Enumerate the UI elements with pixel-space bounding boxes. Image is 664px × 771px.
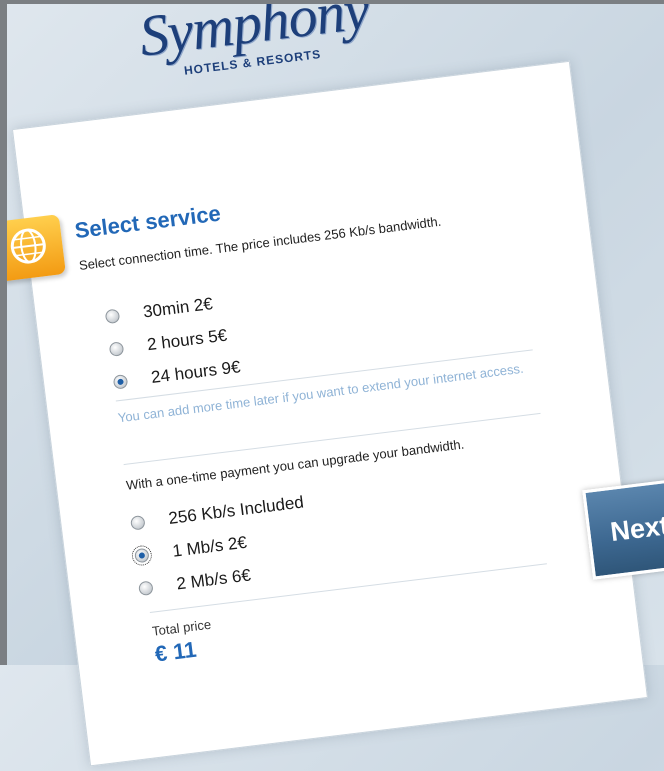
time-option-2hours-radio[interactable] — [109, 341, 125, 357]
bandwidth-option-1mb-radio[interactable] — [134, 548, 150, 564]
next-button[interactable]: Next — [582, 473, 664, 579]
time-option-30min-radio[interactable] — [105, 309, 121, 325]
bandwidth-option-256kb-radio[interactable] — [130, 515, 146, 531]
total-price-value: € 11 — [153, 637, 197, 668]
service-panel — [12, 61, 648, 767]
time-option-24hours-radio[interactable] — [113, 374, 129, 390]
globe-icon — [0, 214, 66, 282]
bandwidth-option-2mb-radio[interactable] — [138, 580, 154, 596]
page-stage: Symphony TM HOTELS & RESORTS Select serv… — [0, 0, 664, 703]
